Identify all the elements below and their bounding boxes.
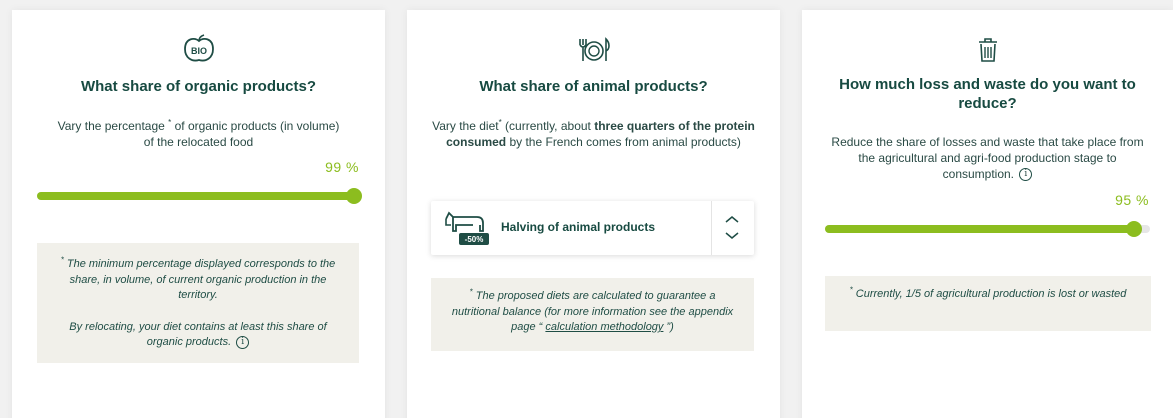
chevron-up-icon[interactable] <box>725 216 739 223</box>
info-note: * The proposed diets are calculated to g… <box>431 278 754 351</box>
card-description: Vary the diet* (currently, about three q… <box>432 118 755 150</box>
card-title: How much loss and waste do you want to r… <box>839 76 1136 112</box>
slider-fill <box>37 192 354 200</box>
plate-fork-knife-icon <box>577 37 611 68</box>
percentage-value: 95 % <box>1115 192 1149 208</box>
diet-stepper[interactable] <box>717 212 747 244</box>
organic-products-card: BIO What share of organic products? Vary… <box>12 10 385 418</box>
info-icon[interactable]: i <box>236 335 250 349</box>
svg-text:BIO: BIO <box>190 46 206 56</box>
info-icon[interactable]: i <box>1019 168 1033 182</box>
waste-reduction-slider[interactable] <box>825 221 1150 237</box>
bio-apple-icon: BIO <box>182 34 216 69</box>
divider <box>711 201 712 255</box>
card-title: What share of organic products? <box>80 78 317 95</box>
slider-fill <box>825 225 1134 233</box>
svg-text:-50%: -50% <box>465 235 484 244</box>
slider-thumb[interactable] <box>345 188 362 204</box>
cow-icon: -50% <box>443 209 491 250</box>
card-title: What share of animal products? <box>479 78 708 95</box>
card-description: Vary the percentage * of organic product… <box>57 118 340 150</box>
loss-waste-card: How much loss and waste do you want to r… <box>802 10 1173 418</box>
trash-bin-icon <box>977 38 999 67</box>
percentage-value: 99 % <box>325 159 359 175</box>
calculation-methodology-link[interactable]: calculation methodology <box>545 321 663 333</box>
slider-thumb[interactable] <box>1125 221 1142 237</box>
organic-slider[interactable] <box>37 188 362 204</box>
info-note: * Currently, 1/5 of agricultural product… <box>825 276 1151 331</box>
card-description: Reduce the share of losses and waste tha… <box>831 135 1144 182</box>
info-note: * The minimum percentage displayed corre… <box>37 243 359 363</box>
animal-products-card: What share of animal products? Vary the … <box>407 10 780 418</box>
diet-selector[interactable]: -50% Halving of animal products <box>431 201 754 255</box>
selected-diet-label: Halving of animal products <box>501 220 656 234</box>
chevron-down-icon[interactable] <box>725 232 739 239</box>
